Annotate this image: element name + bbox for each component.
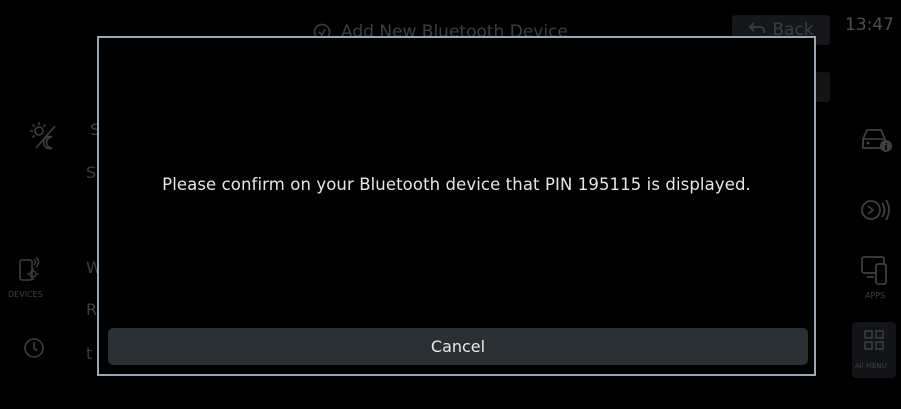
clock: 13:47 <box>845 15 894 35</box>
devices-label: DEVICES <box>8 290 43 299</box>
pin-confirm-message: Please confirm on your Bluetooth device … <box>162 175 751 194</box>
phone-projection-icon[interactable] <box>860 254 890 292</box>
power-icon[interactable] <box>22 336 46 364</box>
brightness-icon[interactable] <box>28 120 60 156</box>
pin-confirm-dialog: Please confirm on your Bluetooth device … <box>97 36 816 376</box>
grid-menu-icon <box>864 330 884 354</box>
background-text: t <box>86 344 93 363</box>
sound-icon[interactable] <box>859 196 893 228</box>
svg-text:i: i <box>884 143 887 153</box>
all-menu-label: All MENU <box>855 362 887 370</box>
car-info-icon[interactable]: i <box>858 124 894 158</box>
cancel-button[interactable]: Cancel <box>108 328 808 365</box>
background-text: S <box>86 163 97 182</box>
infotainment-screen: Add New Bluetooth Device Back 13:47 S S … <box>0 0 901 409</box>
background-text: R <box>86 300 98 319</box>
apps-label: APPS <box>865 291 886 300</box>
device-settings-icon[interactable] <box>18 256 44 288</box>
